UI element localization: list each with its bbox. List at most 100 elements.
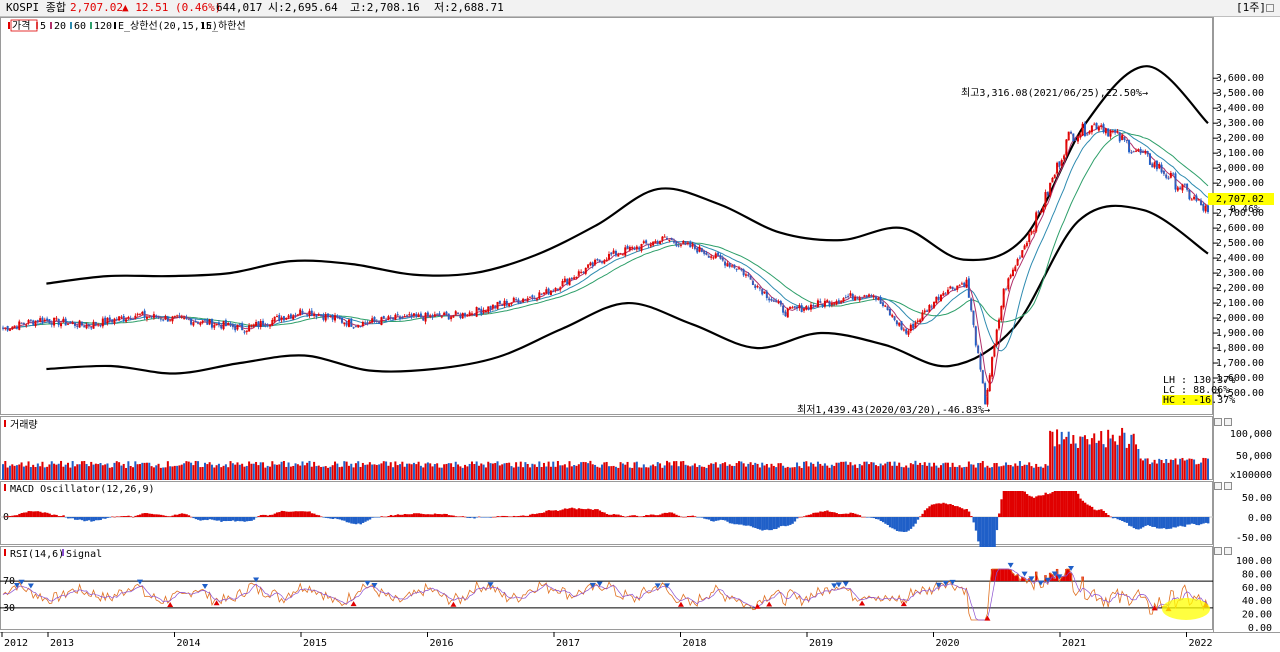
macd-bar (8, 516, 12, 517)
volume-bar (872, 462, 875, 480)
macd-bar (988, 517, 992, 547)
macd-bar (436, 513, 439, 517)
legend-lower-envelope: E_하한선 (206, 19, 246, 32)
macd-bar (928, 506, 931, 517)
macd-bar (663, 512, 667, 517)
volume-bar (55, 464, 58, 480)
volume-bar (85, 463, 88, 480)
volume-bar (816, 461, 819, 480)
macd-bar (1162, 517, 1166, 529)
volume-bar (220, 467, 223, 480)
macd-bar (118, 516, 121, 518)
volume-bar (41, 461, 44, 480)
macd-bar (777, 517, 780, 528)
macd-bar (1060, 491, 1064, 517)
year-label: 2020 (936, 638, 960, 649)
volume-bar (849, 462, 852, 480)
macd-bar (1146, 517, 1150, 526)
volume-bar (895, 465, 898, 480)
volume-bar (995, 462, 998, 480)
macd-bar (345, 517, 349, 523)
macd-bar (1081, 500, 1085, 517)
volume-bar (313, 461, 316, 480)
macd-bar (874, 517, 878, 520)
volume-panel-toggle-icon[interactable] (1214, 418, 1222, 426)
volume-bar (1197, 463, 1200, 480)
volume-bar (1083, 435, 1086, 480)
volume-bar (452, 466, 455, 480)
macd-bar (1018, 491, 1022, 517)
macd-bar (638, 516, 641, 517)
volume-bar (43, 467, 46, 480)
volume-bar (378, 464, 381, 480)
macd-bar (826, 510, 829, 517)
macd-bar (1102, 510, 1105, 517)
volume-bar (1160, 459, 1163, 480)
macd-bar (1030, 496, 1033, 517)
macd-panel-close-icon[interactable] (1224, 482, 1232, 490)
macd-bar (607, 514, 611, 517)
year-label: 2012 (4, 638, 28, 649)
macd-bar (675, 514, 678, 517)
macd-bar (238, 517, 242, 522)
volume-bar (306, 462, 309, 480)
macd-bar (278, 512, 281, 517)
macd-bar (561, 509, 564, 517)
macd-bar (401, 514, 404, 517)
macd-bar (840, 514, 843, 517)
volume-bar (1167, 462, 1170, 480)
volume-bar (454, 461, 457, 480)
volume-bar (475, 461, 478, 480)
stock-chart[interactable]: 3,600.00 3,500.00 3,400.00 3,300.00 3,200.00… (0, 0, 1280, 652)
volume-bar (15, 465, 18, 480)
volume-bar (617, 467, 620, 480)
volume-bar (310, 466, 313, 480)
price-candle (113, 318, 116, 324)
volume-bar (540, 466, 543, 480)
volume-bar (554, 466, 557, 480)
rsi-panel-close-icon[interactable] (1224, 547, 1232, 555)
volume-bar (675, 461, 678, 480)
rsi-line (2, 568, 1209, 621)
macd-bar (152, 514, 156, 517)
volume-bar (624, 464, 627, 480)
volume-bar (503, 463, 506, 480)
rsi-panel-toggle-icon[interactable] (1214, 547, 1222, 555)
macd-bar (721, 517, 725, 521)
volume-bar (663, 465, 666, 480)
volume-bar (754, 462, 757, 480)
volume-bar (721, 463, 724, 480)
settings-icon[interactable] (1266, 4, 1274, 12)
volume-bar (1200, 462, 1203, 480)
volume-bar (601, 464, 604, 480)
volume-bar (1023, 464, 1026, 480)
macd-bar (700, 517, 704, 518)
volume-panel-close-icon[interactable] (1224, 418, 1232, 426)
volume-bar (433, 464, 436, 480)
macd-bar (594, 509, 597, 517)
macd-bar (937, 503, 941, 517)
macd-bar (250, 517, 253, 521)
macd-bar (529, 514, 532, 517)
price-axis-tick-label: 3,600.00 (1216, 73, 1264, 84)
price-candle (334, 315, 337, 321)
volume-bar (57, 463, 60, 480)
macd-bar (919, 516, 922, 517)
volume-bar (758, 467, 761, 480)
volume-bar (884, 463, 887, 480)
period-selector[interactable]: [1주] (1236, 0, 1266, 16)
volume-bar (206, 464, 209, 480)
macd-bar (111, 516, 114, 518)
volume-bar (633, 462, 636, 480)
macd-panel-toggle-icon[interactable] (1214, 482, 1222, 490)
rsi-level-label: 30 (3, 603, 15, 614)
volume-bar (401, 461, 404, 480)
high-annotation: 최고3,316.08(2021/06/25),22.50%→ (961, 87, 1148, 99)
volume-bar (893, 461, 896, 480)
macd-bar (993, 517, 996, 547)
price-candle (243, 331, 246, 333)
volume-bar (78, 464, 81, 480)
macd-bar (473, 517, 476, 519)
volume-bar (366, 464, 369, 480)
macd-bar (215, 517, 219, 521)
